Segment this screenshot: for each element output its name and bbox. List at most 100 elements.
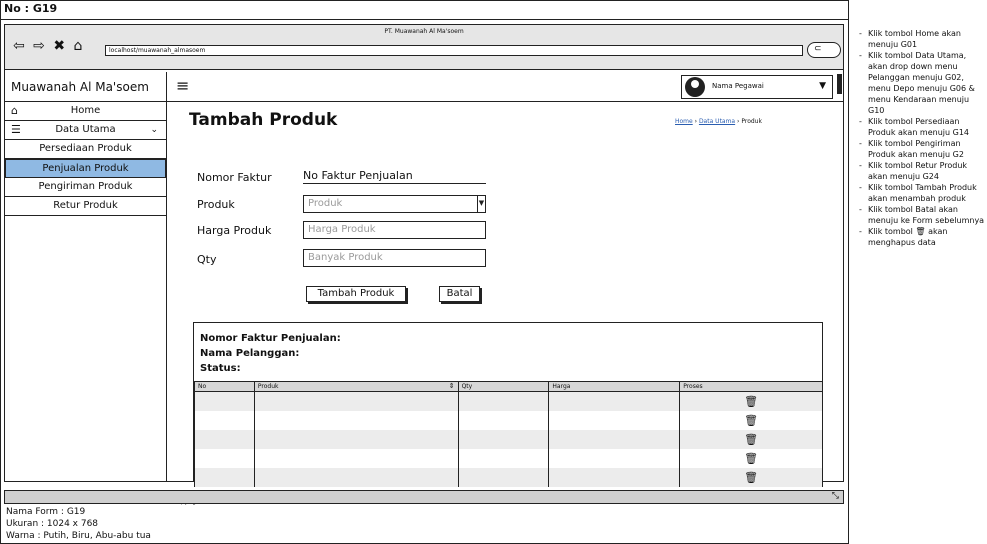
note-item: Klik tombol Persediaan Produk akan menuj…: [856, 116, 987, 138]
cell: [253, 411, 459, 430]
main-content: ≡ Nama Pegawai ▼ Tambah Produk Home › Da…: [167, 72, 843, 505]
cell: [253, 430, 459, 449]
user-menu[interactable]: Nama Pegawai ▼: [681, 75, 833, 99]
column-header-qty: Qty: [457, 381, 550, 392]
resize-icon[interactable]: ⤡: [832, 491, 839, 501]
user-name: Nama Pegawai: [712, 82, 764, 90]
column-header-produk[interactable]: Produk ⇕: [253, 381, 459, 392]
sidebar-item-home[interactable]: ⌂ Home: [5, 102, 166, 121]
cell: [548, 411, 681, 430]
info-colors: Warna : Putih, Biru, Abu-abu tua: [6, 531, 151, 541]
avatar: [685, 77, 705, 97]
annotation-notes: Klik tombol Home akan menuju G01 Klik to…: [856, 28, 987, 248]
detail-panel: Nomor Faktur Penjualan: Nama Pelanggan: …: [193, 322, 823, 487]
sidebar-item-label: Home: [70, 105, 101, 116]
scrollbar[interactable]: [837, 74, 842, 94]
chevron-down-icon: ⌄: [150, 125, 158, 135]
sidebar-item-label: Data Utama: [55, 124, 116, 135]
search-icon[interactable]: ⊂: [807, 42, 841, 58]
note-item: Klik tombol 🗑 akan menghapus data: [856, 226, 987, 248]
cell: [194, 411, 255, 430]
cell: 🗑: [679, 449, 823, 468]
column-header-no: No: [194, 381, 255, 392]
batal-button[interactable]: Batal: [439, 286, 480, 302]
caret-down-icon: ▼: [819, 81, 826, 91]
cell: [457, 430, 550, 449]
browser-title: PT. Muawanah Al Ma'soem: [384, 28, 464, 35]
note-item: Klik tombol Tambah Produk akan menambah …: [856, 182, 987, 204]
table-row: 🗑: [194, 468, 823, 487]
form-id-label: No : G19: [0, 0, 849, 20]
column-header-proses: Proses: [679, 381, 823, 392]
cell: 🗑: [679, 430, 823, 449]
sort-icon[interactable]: ⇕: [449, 382, 455, 390]
note-item: Klik tombol Data Utama, akan drop down m…: [856, 50, 987, 116]
cell: [548, 430, 681, 449]
cell: [548, 391, 681, 411]
produk-select[interactable]: Produk ▼: [303, 195, 486, 213]
cell: [194, 430, 255, 449]
trash-icon[interactable]: 🗑: [744, 452, 758, 465]
cell: [457, 449, 550, 468]
trash-icon[interactable]: 🗑: [744, 433, 758, 446]
trash-icon[interactable]: 🗑: [744, 471, 758, 484]
table-row: 🗑: [194, 449, 823, 468]
qty-input[interactable]: Banyak Produk: [303, 249, 486, 267]
note-item: Klik tombol Pengiriman Produk akan menuj…: [856, 138, 987, 160]
cell: [253, 449, 459, 468]
cell: [457, 411, 550, 430]
page-title: Tambah Produk: [189, 110, 338, 130]
trash-icon[interactable]: 🗑: [744, 395, 758, 408]
qty-label: Qty: [197, 253, 217, 266]
sidebar-item-data-utama[interactable]: ☰ Data Utama ⌄: [5, 121, 166, 140]
address-bar[interactable]: localhost/muawanah_almasoem: [105, 45, 803, 56]
produk-table: No Produk ⇕ Qty Harga Proses 🗑 🗑 🗑 🗑 🗑: [194, 381, 823, 487]
form-info: Nama Form : G19 Ukuran : 1024 x 768 Warn…: [6, 506, 151, 542]
sidebar-item-pengiriman[interactable]: Pengiriman Produk: [5, 178, 166, 197]
info-size: Ukuran : 1024 x 768: [6, 519, 99, 529]
status-strip: ⤡: [4, 490, 844, 504]
column-header-label: Produk: [257, 383, 279, 390]
cell: 🗑: [679, 391, 823, 411]
brand-name: Muawanah Al Ma'soem: [5, 72, 166, 102]
cell: [457, 391, 550, 411]
harga-label: Harga Produk: [197, 224, 272, 237]
produk-label: Produk: [197, 198, 235, 211]
breadcrumb-home[interactable]: Home: [675, 118, 693, 125]
faktur-value: No Faktur Penjualan: [303, 169, 486, 184]
breadcrumb-current: Produk: [741, 118, 762, 125]
breadcrumb: Home › Data Utama › Produk: [675, 118, 762, 125]
cell: 🗑: [679, 468, 823, 487]
sidebar-item-retur[interactable]: Retur Produk: [5, 197, 166, 216]
browser-window: PT. Muawanah Al Ma'soem ⇦ ⇨ ✖ ⌂ localhos…: [4, 24, 844, 505]
nav-buttons-icon[interactable]: ⇦ ⇨ ✖ ⌂: [13, 38, 84, 54]
faktur-label: Nomor Faktur: [197, 171, 272, 184]
column-header-harga: Harga: [548, 381, 681, 392]
sidebar-item-persediaan[interactable]: Persediaan Produk: [5, 140, 166, 159]
table-header-row: No Produk ⇕ Qty Harga Proses: [194, 381, 823, 392]
cell: [194, 468, 255, 487]
produk-placeholder: Produk: [308, 198, 343, 209]
note-item: Klik tombol Retur Produk akan menuju G24: [856, 160, 987, 182]
detail-status: Status:: [200, 363, 241, 374]
trash-icon[interactable]: 🗑: [744, 414, 758, 427]
cell: [253, 391, 459, 411]
cell: [457, 468, 550, 487]
harga-input[interactable]: Harga Produk: [303, 221, 486, 239]
note-item: Klik tombol Home akan menuju G01: [856, 28, 987, 50]
cell: [194, 449, 255, 468]
table-row: 🗑: [194, 411, 823, 430]
sidebar: Muawanah Al Ma'soem ⌂ Home ☰ Data Utama …: [5, 72, 167, 481]
cell: 🗑: [679, 411, 823, 430]
hamburger-icon[interactable]: ≡: [176, 76, 189, 95]
detail-faktur: Nomor Faktur Penjualan:: [200, 333, 341, 344]
cell: [253, 468, 459, 487]
browser-chrome: PT. Muawanah Al Ma'soem ⇦ ⇨ ✖ ⌂ localhos…: [5, 25, 843, 70]
note-item: Klik tombol Batal akan menuju ke Form se…: [856, 204, 987, 226]
chevron-down-icon[interactable]: ▼: [477, 195, 486, 213]
cell: [548, 468, 681, 487]
detail-pelanggan: Nama Pelanggan:: [200, 348, 300, 359]
breadcrumb-data-utama[interactable]: Data Utama: [699, 118, 735, 125]
tambah-produk-button[interactable]: Tambah Produk: [306, 286, 406, 302]
sidebar-item-penjualan[interactable]: Penjualan Produk: [5, 159, 166, 178]
